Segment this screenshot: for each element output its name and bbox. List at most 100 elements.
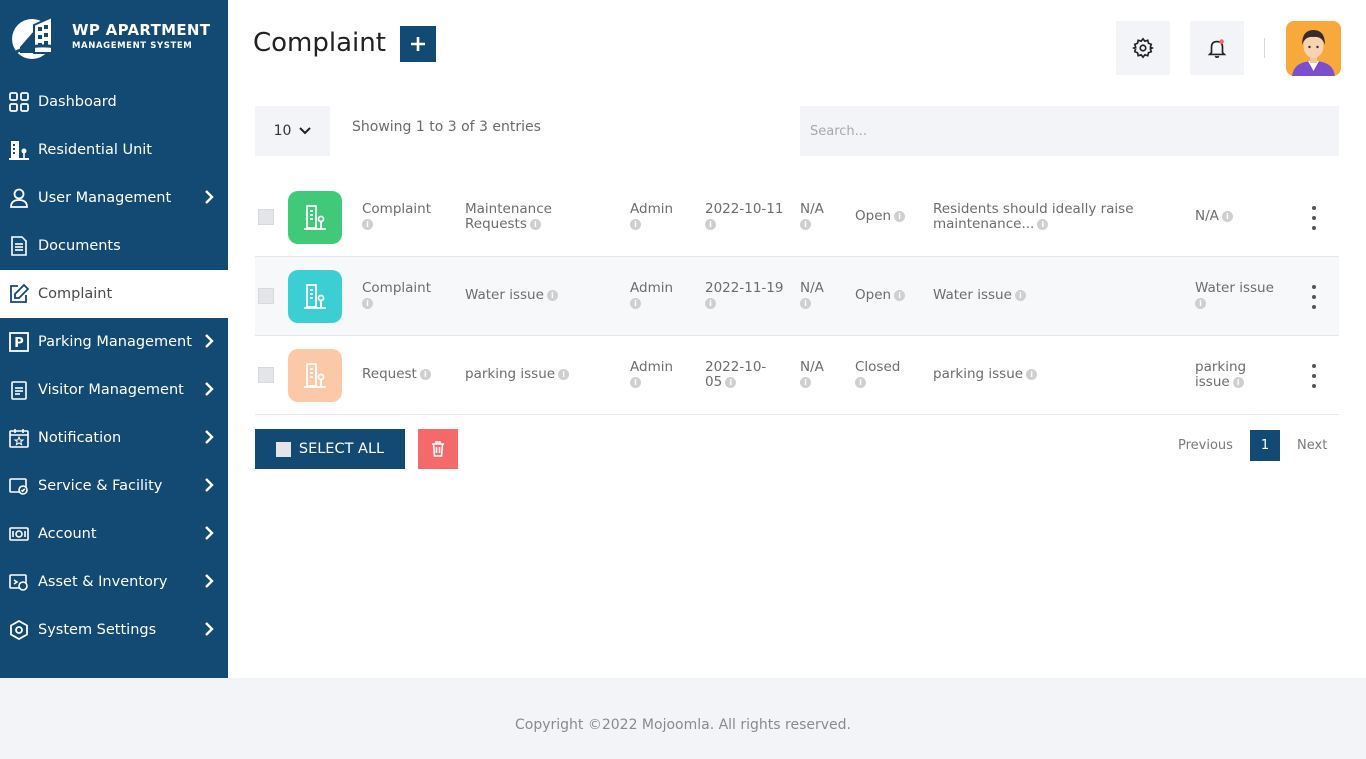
complaint-table: Complaint i Maintenance Requests i Admin i … — [255, 178, 1339, 415]
info-icon[interactable]: i — [546, 289, 558, 301]
sidebar-item-notification[interactable]: Notification — [0, 414, 228, 462]
cell-type: Request i — [362, 367, 431, 382]
select-all-checkbox[interactable] — [275, 441, 291, 457]
info-icon[interactable]: i — [1026, 368, 1038, 380]
brand-subtitle: MANAGEMENT SYSTEM — [72, 41, 193, 52]
cell-date: 2022-10-11 i — [705, 201, 784, 230]
search-input[interactable] — [800, 106, 1339, 156]
sidebar-item-asset-inventory[interactable]: Asset & Inventory — [0, 558, 228, 606]
sidebar-nav: Dashboard Residential Unit User Manageme… — [0, 78, 228, 654]
cell-type: Complaint i — [362, 201, 432, 230]
info-icon[interactable]: i — [800, 219, 811, 230]
info-icon[interactable]: i — [725, 376, 737, 388]
edit-icon — [8, 283, 30, 305]
chevron-right-icon — [205, 478, 214, 492]
cell-description: parking issue i — [933, 367, 1038, 382]
cell-created-by: Admin i — [630, 201, 674, 230]
chevron-right-icon — [205, 622, 214, 636]
page-title: Complaint — [253, 28, 386, 58]
brand-title: WP APARTMENT — [72, 21, 211, 40]
info-icon[interactable]: i — [1232, 376, 1244, 388]
sidebar-item-user-management[interactable]: User Management — [0, 174, 228, 222]
info-icon[interactable]: i — [529, 218, 541, 230]
cell-date: 2022-11-19 i — [705, 280, 784, 309]
info-icon[interactable]: i — [855, 377, 866, 388]
pagination-previous[interactable]: Previous — [1178, 438, 1233, 453]
cell-date: 2022-10-05 i — [705, 359, 767, 390]
settings-icon — [8, 619, 30, 641]
select-all-button[interactable]: SELECT ALL — [255, 429, 405, 469]
notification-button[interactable] — [1190, 21, 1244, 75]
building-icon — [8, 139, 30, 161]
service-icon — [8, 475, 30, 497]
delete-selected-button[interactable] — [418, 429, 458, 469]
calendar-star-icon — [8, 427, 30, 449]
sidebar-item-label: Residential Unit — [38, 142, 152, 158]
info-icon[interactable]: i — [800, 377, 811, 388]
page-size-select[interactable]: 10 — [255, 106, 330, 156]
row-checkbox[interactable] — [258, 367, 274, 383]
sidebar-item-label: Account — [38, 526, 97, 542]
money-icon — [8, 523, 30, 545]
sidebar-item-service-facility[interactable]: Service & Facility — [0, 462, 228, 510]
info-icon[interactable]: i — [705, 219, 716, 230]
cell-resolution: parking issue i — [1195, 359, 1247, 390]
avatar[interactable] — [1286, 21, 1341, 76]
sidebar-item-documents[interactable]: Documents — [0, 222, 228, 270]
grid-icon — [8, 91, 30, 113]
row-menu-icon[interactable] — [1308, 364, 1320, 388]
add-complaint-button[interactable] — [400, 26, 436, 62]
sidebar-item-label: Parking Management — [38, 334, 192, 350]
sidebar-item-visitor-management[interactable]: Visitor Management — [0, 366, 228, 414]
info-icon[interactable]: i — [362, 219, 373, 230]
info-icon[interactable]: i — [1014, 289, 1026, 301]
sidebar-item-dashboard[interactable]: Dashboard — [0, 78, 228, 126]
cell-resolution: N/A i — [1195, 209, 1233, 224]
table-row[interactable]: Complaint i Water issue i Admin i 2022-11-1… — [255, 257, 1339, 336]
page-size-value: 10 — [273, 123, 292, 139]
row-menu-icon[interactable] — [1308, 206, 1320, 230]
sidebar-item-label: Service & Facility — [38, 478, 163, 494]
cell-category: Maintenance Requests i — [465, 201, 552, 232]
row-menu-icon[interactable] — [1308, 285, 1320, 309]
info-icon[interactable]: i — [1195, 298, 1206, 309]
info-icon[interactable]: i — [894, 210, 906, 222]
info-icon[interactable]: i — [362, 298, 373, 309]
cell-type: Complaint i — [362, 280, 432, 309]
cell-status: Open i — [855, 288, 906, 303]
sidebar-item-label: Complaint — [38, 286, 113, 302]
pagination-page-1[interactable]: 1 — [1250, 430, 1280, 461]
table-row[interactable]: Complaint i Maintenance Requests i Admin i … — [255, 178, 1339, 257]
info-icon[interactable]: i — [800, 298, 811, 309]
cell-assigned: N/A i — [800, 201, 824, 230]
building-icon — [288, 349, 342, 402]
info-icon[interactable]: i — [558, 368, 570, 380]
info-icon[interactable]: i — [894, 289, 906, 301]
info-icon[interactable]: i — [419, 368, 431, 380]
row-checkbox[interactable] — [258, 288, 274, 304]
chevron-right-icon — [205, 334, 214, 348]
document-icon — [8, 235, 30, 257]
sidebar-item-residential-unit[interactable]: Residential Unit — [0, 126, 228, 174]
brand[interactable]: WP APARTMENT MANAGEMENT SYSTEM — [10, 12, 220, 62]
cell-assigned: N/A i — [800, 280, 824, 309]
info-icon[interactable]: i — [705, 298, 716, 309]
sidebar-item-label: User Management — [38, 190, 172, 206]
info-icon[interactable]: i — [1221, 210, 1233, 222]
settings-button[interactable] — [1116, 21, 1170, 75]
pagination-next[interactable]: Next — [1297, 438, 1327, 453]
sidebar-item-account[interactable]: Account — [0, 510, 228, 558]
select-all-label: SELECT ALL — [298, 441, 385, 457]
info-icon[interactable]: i — [630, 219, 641, 230]
cell-assigned: N/A i — [800, 359, 824, 388]
info-icon[interactable]: i — [630, 377, 641, 388]
info-icon[interactable]: i — [630, 298, 641, 309]
info-icon[interactable]: i — [1037, 218, 1049, 230]
row-checkbox[interactable] — [258, 209, 274, 225]
sidebar-item-complaint[interactable]: Complaint — [0, 270, 228, 318]
sidebar-item-system-settings[interactable]: System Settings — [0, 606, 228, 654]
sidebar-item-parking-management[interactable]: P Parking Management — [0, 318, 228, 366]
building-icon — [288, 191, 342, 244]
cell-description: Water issue i — [933, 288, 1026, 303]
table-row[interactable]: Request i parking issue i Admin i 2022-10-0… — [255, 336, 1339, 415]
